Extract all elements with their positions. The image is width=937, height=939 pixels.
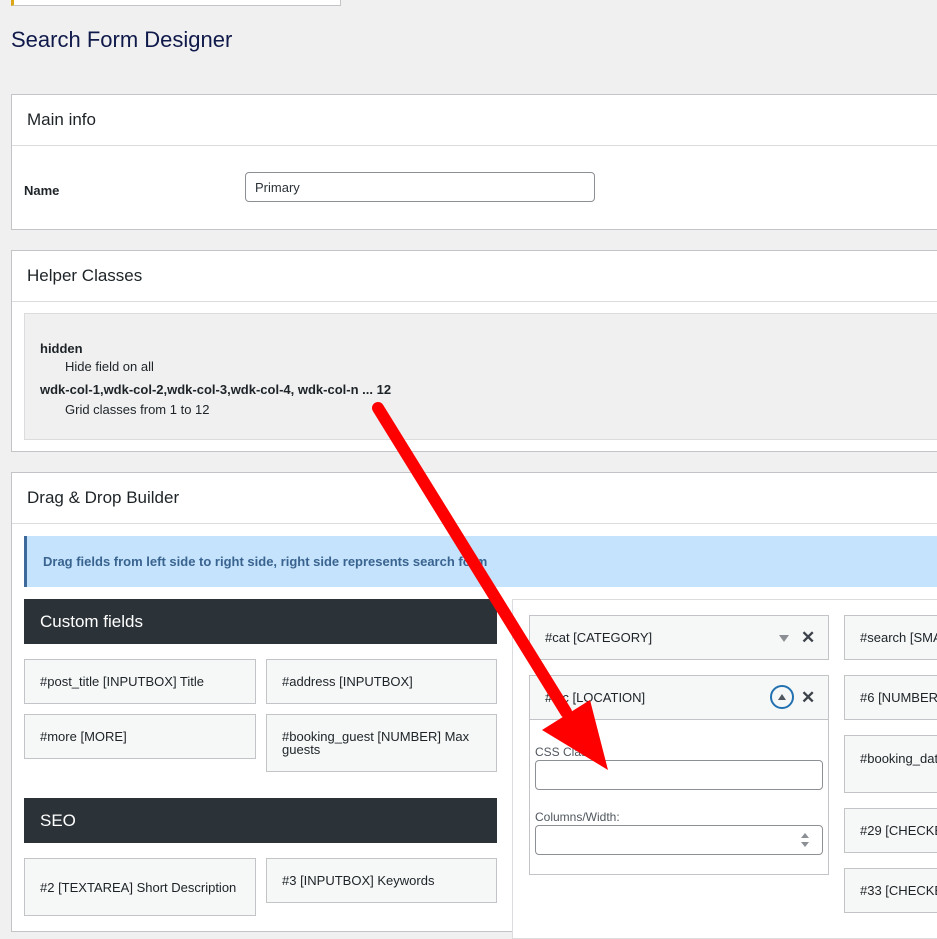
annotation-arrow-head	[542, 700, 608, 770]
annotation-arrow-shaft	[372, 402, 572, 718]
annotation-arrow	[372, 402, 608, 770]
